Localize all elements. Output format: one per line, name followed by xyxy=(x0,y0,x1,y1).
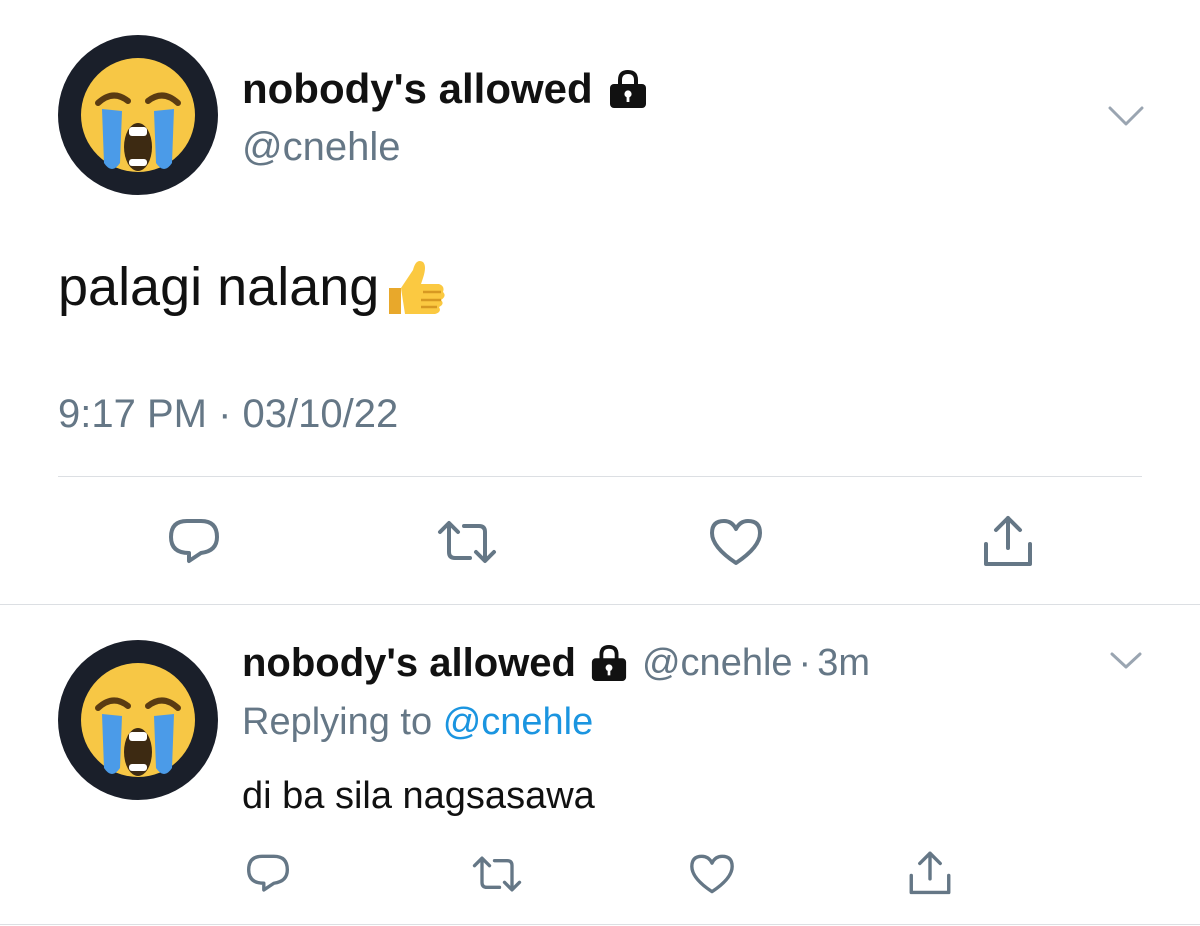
tweet-timestamp[interactable]: 9:17 PM · 03/10/22 xyxy=(58,390,398,438)
share-icon xyxy=(909,851,951,895)
divider xyxy=(0,604,1200,605)
tweet-text: palagi nalang xyxy=(58,254,449,320)
retweet-button[interactable] xyxy=(468,850,526,898)
author-display-name[interactable]: nobody's allowed xyxy=(242,66,593,112)
reply-text: di ba sila nagsasawa xyxy=(242,775,595,817)
lock-icon xyxy=(588,644,630,682)
avatar[interactable] xyxy=(58,640,218,800)
reply-button[interactable] xyxy=(242,850,294,898)
chevron-down-icon[interactable] xyxy=(1106,648,1146,674)
tweet-text-content: palagi nalang xyxy=(58,257,380,317)
author-handle[interactable]: @cnehle xyxy=(242,125,400,169)
replying-to-handle[interactable]: @cnehle xyxy=(443,701,594,743)
loudly-crying-face-icon xyxy=(81,663,195,777)
avatar[interactable] xyxy=(58,35,218,195)
author-name-row[interactable]: nobody's allowed xyxy=(242,66,649,112)
lock-icon xyxy=(607,69,649,109)
share-icon xyxy=(984,516,1032,566)
dot-separator: · xyxy=(798,641,812,684)
chevron-down-icon[interactable] xyxy=(1104,100,1148,132)
reply-button[interactable] xyxy=(162,512,226,572)
divider xyxy=(0,924,1200,925)
replying-to-line: Replying to @cnehle xyxy=(242,700,593,744)
share-button[interactable] xyxy=(904,846,956,898)
reply-icon xyxy=(247,854,289,892)
retweet-button[interactable] xyxy=(432,512,502,572)
like-icon xyxy=(690,854,734,894)
reply-author-name[interactable]: nobody's allowed xyxy=(242,640,576,686)
like-button[interactable] xyxy=(686,850,738,898)
reply-icon xyxy=(169,519,219,563)
replying-to-label: Replying to xyxy=(242,701,433,743)
divider xyxy=(58,476,1142,477)
retweet-icon xyxy=(472,856,522,892)
share-button[interactable] xyxy=(976,508,1040,572)
reply-header-row: nobody's allowed @cnehle · 3m xyxy=(242,640,870,686)
reply-author-handle[interactable]: @cnehle xyxy=(642,642,793,685)
like-icon xyxy=(710,519,762,565)
retweet-icon xyxy=(438,521,496,563)
thumbs-up-icon xyxy=(383,254,449,320)
like-button[interactable] xyxy=(704,512,768,572)
reply-time-ago[interactable]: 3m xyxy=(817,642,870,685)
loudly-crying-face-icon xyxy=(81,58,195,172)
